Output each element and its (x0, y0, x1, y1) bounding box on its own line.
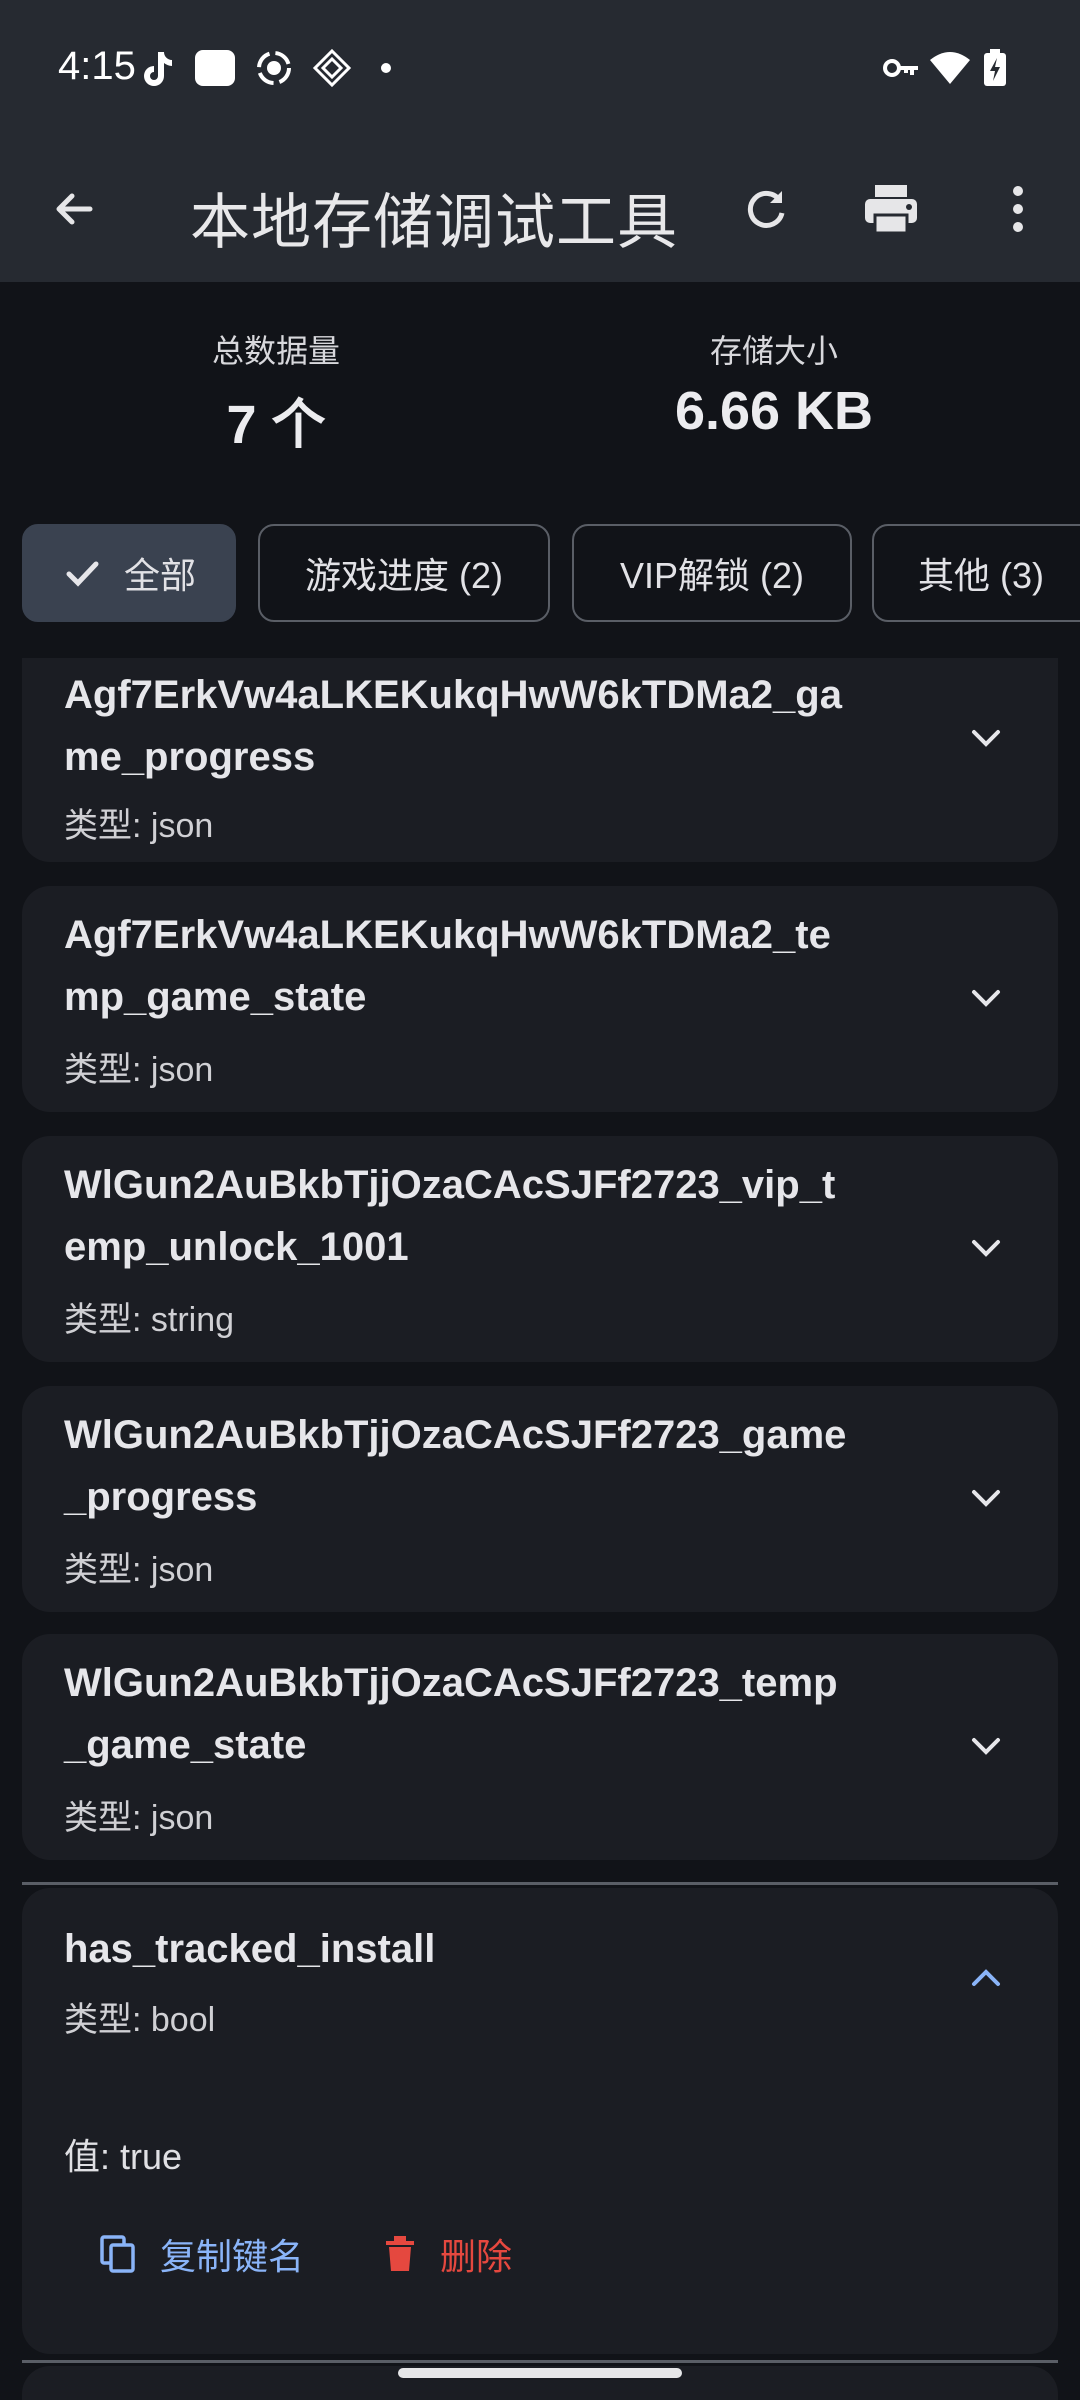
entry-key-line: WlGun2AuBkbTjjOzaCAcSJFf2723_vip_t (64, 1163, 836, 1207)
chevron-down-icon[interactable] (958, 1718, 1014, 1774)
print-icon[interactable] (851, 169, 931, 249)
chip-game-progress[interactable]: 游戏进度 (2) (258, 524, 550, 622)
entry-key: WlGun2AuBkbTjjOzaCAcSJFf2723_vip_t emp_u… (64, 1154, 924, 1278)
entry-key-line: _game_state (64, 1723, 307, 1767)
entry-type: 类型: json (64, 807, 214, 845)
entry-key: Agf7ErkVw4aLKEKukqHwW6kTDMa2_te mp_game_… (64, 904, 924, 1028)
entry-type: 类型: json (64, 1051, 214, 1089)
gesture-handle[interactable] (398, 2368, 682, 2378)
entry-key-line: mp_game_state (64, 975, 367, 1019)
entry-key-line: emp_unlock_1001 (64, 1225, 409, 1269)
entry-key: WlGun2AuBkbTjjOzaCAcSJFf2723_temp _game_… (64, 1652, 924, 1776)
check-icon (66, 561, 99, 587)
entry-key: WlGun2AuBkbTjjOzaCAcSJFf2723_game _progr… (64, 1404, 924, 1528)
battery-charging-icon (982, 48, 1008, 88)
refresh-icon[interactable] (726, 169, 806, 249)
delete-button[interactable]: 删除 (382, 2228, 512, 2280)
copy-key-button[interactable]: 复制键名 (98, 2228, 304, 2280)
list-item[interactable]: Agf7ErkVw4aLKEKukqHwW6kTDMa2_ga me_progr… (22, 658, 1058, 862)
tiktok-icon (136, 48, 176, 88)
chevron-down-icon[interactable] (958, 970, 1014, 1026)
entry-type: 类型: string (64, 1301, 235, 1339)
dot-icon (378, 48, 394, 88)
divider (22, 2360, 1058, 2363)
entry-type: 类型: json (64, 1551, 214, 1589)
storage-list[interactable]: Agf7ErkVw4aLKEKukqHwW6kTDMa2_ga me_progr… (0, 658, 1080, 2400)
storage-size-value: 6.66 KB (674, 381, 874, 441)
entry-type: 类型: json (64, 1799, 214, 1837)
chip-label: 其他 (3) (918, 555, 1045, 596)
list-item-expanded[interactable]: has_tracked_install 类型: bool 值: true 复制键… (22, 1888, 1058, 2354)
entry-key: Agf7ErkVw4aLKEKukqHwW6kTDMa2_ga me_progr… (64, 664, 924, 788)
entry-key-line: WlGun2AuBkbTjjOzaCAcSJFf2723_temp (64, 1661, 838, 1705)
copy-icon (100, 2235, 135, 2273)
chip-label: VIP解锁 (2) (619, 555, 805, 596)
entry-value: 值: true (64, 2136, 183, 2177)
entry-key-line: me_progress (64, 735, 316, 779)
delete-label: 删除 (440, 2236, 513, 2277)
entry-key-line: has_tracked_install (64, 1927, 436, 1971)
entry-key-line: WlGun2AuBkbTjjOzaCAcSJFf2723_game (64, 1413, 847, 1457)
chevron-down-icon[interactable] (958, 1470, 1014, 1526)
total-count-block: 总数据量 7 个 (76, 326, 476, 459)
list-item[interactable]: WlGun2AuBkbTjjOzaCAcSJFf2723_game _progr… (22, 1386, 1058, 1612)
page-title: 本地存储调试工具 (190, 189, 678, 256)
entry-type: 类型: bool (64, 2001, 216, 2039)
chevron-down-icon[interactable] (958, 1220, 1014, 1276)
chip-label: 游戏进度 (2) (304, 555, 503, 596)
divider (22, 1882, 1058, 1885)
status-bar: 4:15 (0, 0, 1080, 136)
chip-label: 全部 (123, 555, 196, 596)
entry-key-line: Agf7ErkVw4aLKEKukqHwW6kTDMa2_te (64, 913, 831, 957)
total-count-value: 7 个 (226, 395, 326, 455)
list-item[interactable]: WlGun2AuBkbTjjOzaCAcSJFf2723_temp _game_… (22, 1634, 1058, 1860)
diamond-app-icon (312, 48, 352, 88)
wifi-icon (928, 48, 972, 88)
more-vert-icon[interactable] (978, 169, 1058, 249)
filter-chips: 全部 游戏进度 (2) VIP解锁 (2) 其他 (3) (0, 522, 1080, 628)
storage-summary: 总数据量 7 个 存储大小 6.66 KB (0, 282, 1080, 512)
chevron-down-icon[interactable] (958, 710, 1014, 766)
trash-icon (386, 2236, 414, 2271)
total-count-label: 总数据量 (211, 333, 340, 369)
list-item[interactable]: Agf7ErkVw4aLKEKukqHwW6kTDMa2_te mp_game_… (22, 886, 1058, 1112)
arrow-back-icon[interactable] (34, 169, 114, 249)
storage-size-label: 存储大小 (709, 333, 838, 369)
copy-key-label: 复制键名 (160, 2236, 305, 2277)
entry-key-line: _progress (64, 1475, 258, 1519)
app-bar: 本地存储调试工具 (0, 136, 1080, 282)
chip-vip-unlock[interactable]: VIP解锁 (2) (572, 524, 852, 622)
list-item[interactable]: WlGun2AuBkbTjjOzaCAcSJFf2723_vip_t emp_u… (22, 1136, 1058, 1362)
entry-key-line: Agf7ErkVw4aLKEKukqHwW6kTDMa2_ga (64, 673, 842, 717)
chip-all[interactable]: 全部 (22, 524, 236, 622)
entry-key: has_tracked_install (64, 1918, 924, 1980)
storage-size-block: 存储大小 6.66 KB (574, 326, 974, 442)
chip-other[interactable]: 其他 (3) (872, 524, 1080, 622)
chevron-up-icon[interactable] (958, 1950, 1014, 2006)
mini-program-icon (194, 48, 236, 88)
key-icon (882, 48, 920, 88)
status-time: 4:15 (58, 44, 136, 88)
record-icon (254, 48, 294, 88)
